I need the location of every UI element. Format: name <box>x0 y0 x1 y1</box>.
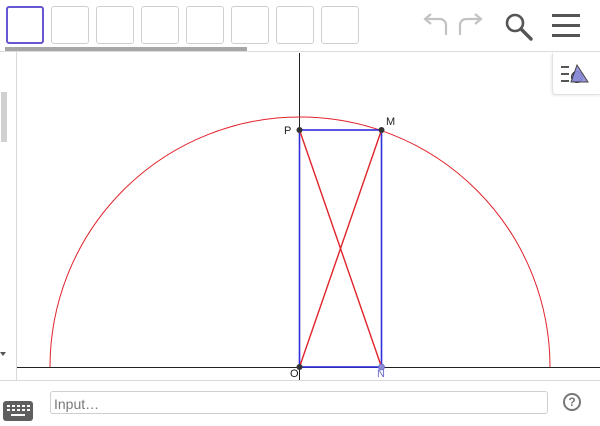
point-M[interactable] <box>378 127 385 133</box>
style-bar-toggle[interactable] <box>552 53 600 95</box>
input-field[interactable] <box>50 391 548 414</box>
keyboard-icon[interactable] <box>3 401 33 421</box>
label-O: O <box>290 368 299 380</box>
graphics-view[interactable]: P M O N <box>0 0 600 380</box>
label-M: M <box>386 116 395 128</box>
label-N: N <box>377 368 385 380</box>
input-bar: ? <box>0 380 600 425</box>
style-bar-icon <box>561 63 589 83</box>
point-P[interactable] <box>296 127 303 133</box>
label-P: P <box>284 125 291 137</box>
help-icon[interactable]: ? <box>563 393 581 411</box>
